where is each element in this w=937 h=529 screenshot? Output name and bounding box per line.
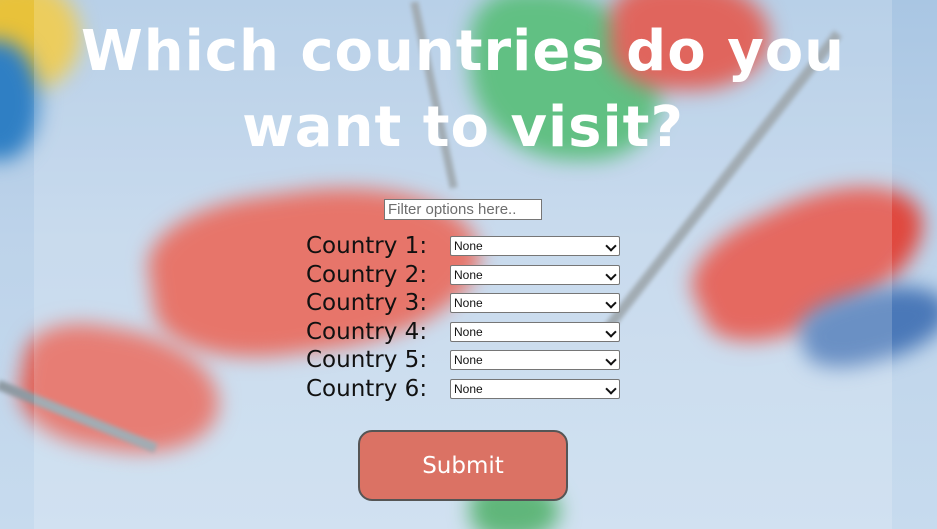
country-select-5[interactable]: None — [450, 350, 620, 370]
country-row-4: Country 4: None — [306, 318, 626, 346]
chevron-down-icon — [605, 326, 617, 338]
country-select-2[interactable]: None — [450, 265, 620, 285]
country-select-1[interactable]: None — [450, 236, 620, 256]
country-select-1-value: None — [454, 239, 483, 253]
filter-input[interactable] — [384, 199, 542, 220]
country-row-1: Country 1: None — [306, 232, 626, 260]
country-label-5: Country 5: — [306, 347, 428, 373]
country-row-2: Country 2: None — [306, 261, 626, 289]
country-label-6: Country 6: — [306, 376, 428, 402]
chevron-down-icon — [605, 383, 617, 395]
chevron-down-icon — [605, 354, 617, 366]
country-select-2-value: None — [454, 268, 483, 282]
country-label-3: Country 3: — [306, 290, 428, 316]
page-title: Which countries do you want to visit? — [80, 19, 846, 160]
country-row-3: Country 3: None — [306, 289, 626, 317]
country-select-4[interactable]: None — [450, 322, 620, 342]
country-row-5: Country 5: None — [306, 346, 626, 374]
country-select-3-value: None — [454, 296, 483, 310]
chevron-down-icon — [605, 269, 617, 281]
country-select-6[interactable]: None — [450, 379, 620, 399]
country-label-4: Country 4: — [306, 319, 428, 345]
country-select-6-value: None — [454, 382, 483, 396]
chevron-down-icon — [605, 240, 617, 252]
chevron-down-icon — [605, 297, 617, 309]
country-label-1: Country 1: — [306, 233, 428, 259]
country-select-3[interactable]: None — [450, 293, 620, 313]
country-select-5-value: None — [454, 353, 483, 367]
submit-button[interactable]: Submit — [358, 430, 568, 501]
country-label-2: Country 2: — [306, 262, 428, 288]
country-select-4-value: None — [454, 325, 483, 339]
country-row-6: Country 6: None — [306, 375, 626, 403]
